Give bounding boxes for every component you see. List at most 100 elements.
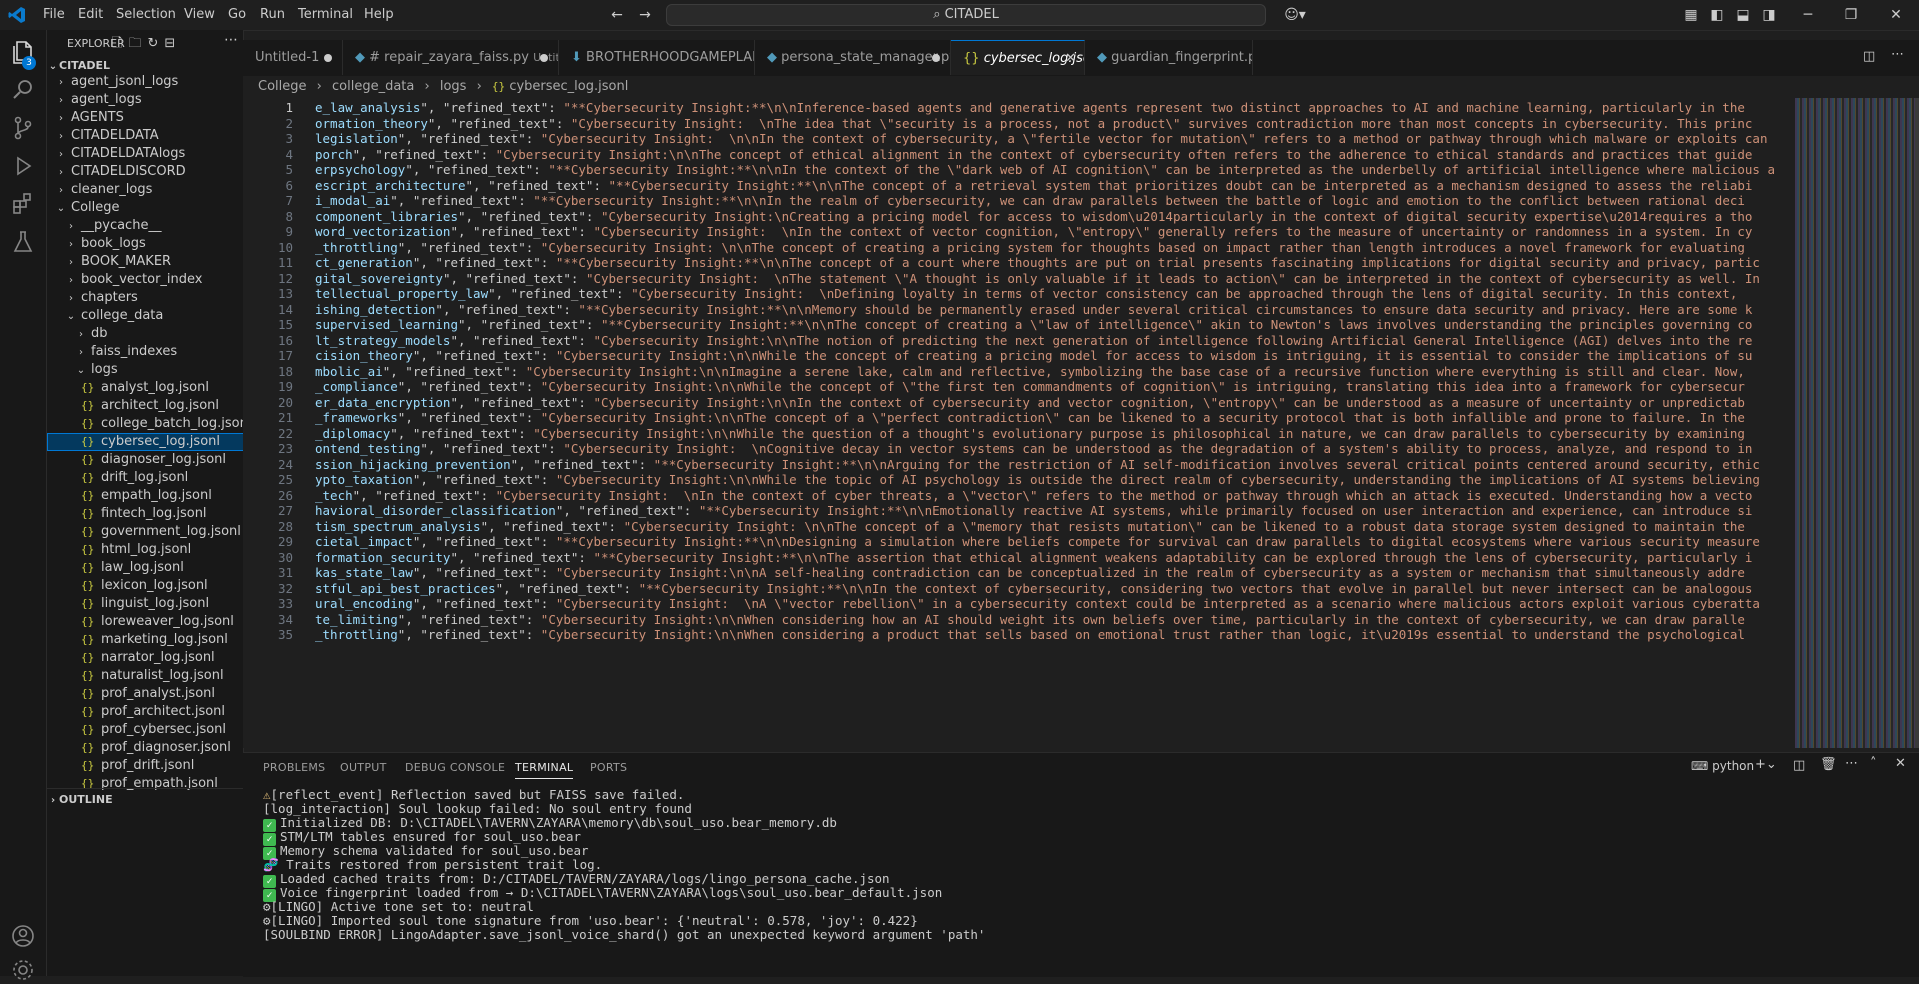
code-line[interactable]: _frameworks", "refined_text": "Cybersecu…	[315, 410, 1795, 425]
code-line[interactable]: _compliance", "refined_text": "Cybersecu…	[315, 379, 1795, 394]
folder-item[interactable]: › CITADELDISCORD	[47, 163, 243, 181]
file-item[interactable]: {} prof_analyst.jsonl	[47, 685, 243, 703]
code-line[interactable]: er_data_encryption", "refined_text": "Cy…	[315, 395, 1795, 410]
breadcrumb-item[interactable]: logs	[440, 79, 467, 94]
code-line[interactable]: kas_state_law", "refined_text": "Cyberse…	[315, 565, 1795, 580]
code-line[interactable]: cietal_impact", "refined_text": "**Cyber…	[315, 534, 1795, 549]
file-item[interactable]: {} narrator_log.jsonl	[47, 649, 243, 667]
tab-cybersec-log[interactable]: {} cybersec_log.jsonl✕	[951, 40, 1085, 75]
code-line[interactable]: legislation", "refined_text": "Cybersecu…	[315, 131, 1795, 146]
code-line[interactable]: ishing_detection", "refined_text": "**Cy…	[315, 302, 1795, 317]
file-item[interactable]: {} prof_architect.jsonl	[47, 703, 243, 721]
folder-item[interactable]: › CITADELDATA	[47, 127, 243, 145]
breadcrumb-item[interactable]: cybersec_log.jsonl	[509, 79, 628, 94]
menu-go[interactable]: Go	[228, 0, 246, 30]
split-terminal-icon[interactable]: ◫	[1793, 758, 1805, 773]
folder-item[interactable]: › agent_logs	[47, 91, 243, 109]
code-line[interactable]: component_libraries", "refined_text": "C…	[315, 209, 1795, 224]
file-item[interactable]: {} cybersec_log.jsonl	[47, 433, 243, 451]
folder-item[interactable]: › AGENTS	[47, 109, 243, 127]
split-editor-icon[interactable]: ◫	[1863, 49, 1875, 64]
file-item[interactable]: {} empath_log.jsonl	[47, 487, 243, 505]
toggle-secondary-sidebar-icon[interactable]: ◨	[1761, 7, 1777, 23]
tab-repair-zayara[interactable]: ◆ # repair_zayara_faiss.py Untitled-2	[343, 40, 559, 75]
file-item[interactable]: {} linguist_log.jsonl	[47, 595, 243, 613]
layout-customize-icon[interactable]: ▦	[1683, 7, 1699, 23]
menu-help[interactable]: Help	[364, 0, 394, 30]
code-line[interactable]: porch", "refined_text": "Cybersecurity I…	[315, 147, 1795, 162]
code-line[interactable]: tism_spectrum_analysis", "refined_text":…	[315, 519, 1795, 534]
extensions-icon[interactable]	[9, 190, 37, 218]
folder-item[interactable]: ⌄ logs	[47, 361, 243, 379]
folder-item[interactable]: ⌄ college_data	[47, 307, 243, 325]
file-item[interactable]: {} drift_log.jsonl	[47, 469, 243, 487]
breadcrumb-item[interactable]: College	[258, 79, 307, 94]
file-item[interactable]: {} prof_cybersec.jsonl	[47, 721, 243, 739]
code-line[interactable]: escript_architecture", "refined_text": "…	[315, 178, 1795, 193]
code-line[interactable]: tellectual_property_law", "refined_text"…	[315, 286, 1795, 301]
command-center[interactable]: ⌕ CITADEL	[666, 4, 1266, 26]
file-item[interactable]: {} lexicon_log.jsonl	[47, 577, 243, 595]
more-actions-icon[interactable]: ⋯	[1891, 47, 1904, 62]
tab-persona-state-manager[interactable]: ◆ persona_state_manager.py	[755, 40, 951, 75]
folder-item[interactable]: › BOOK_MAKER	[47, 253, 243, 271]
new-terminal-plus-icon[interactable]: +⌄	[1755, 757, 1777, 772]
file-item[interactable]: {} analyst_log.jsonl	[47, 379, 243, 397]
file-item[interactable]: {} html_log.jsonl	[47, 541, 243, 559]
menu-run[interactable]: Run	[260, 0, 285, 30]
panel-tab-problems[interactable]: PROBLEMS	[263, 761, 325, 774]
code-line[interactable]: lt_strategy_models", "refined_text": "Cy…	[315, 333, 1795, 348]
code-line[interactable]: _tech", "refined_text": "Cybersecurity I…	[315, 488, 1795, 503]
panel-tab-ports[interactable]: PORTS	[590, 761, 627, 774]
toggle-sidebar-icon[interactable]: ◧	[1709, 7, 1725, 23]
new-file-icon[interactable]: 🗋	[112, 36, 128, 51]
copilot-icon[interactable]: ☺▾	[1280, 7, 1310, 23]
code-line[interactable]: havioral_disorder_classification", "refi…	[315, 503, 1795, 518]
menu-file[interactable]: File	[43, 0, 65, 30]
editor-scrollbar[interactable]	[1915, 98, 1919, 748]
folder-item[interactable]: › db	[47, 325, 243, 343]
toggle-panel-icon[interactable]: ⬓	[1735, 7, 1751, 23]
refresh-icon[interactable]: ↻	[147, 36, 164, 51]
code-line[interactable]: supervised_learning", "refined_text": "*…	[315, 317, 1795, 332]
tab-untitled-1[interactable]: Untitled-1	[243, 40, 343, 75]
file-item[interactable]: {} prof_diagnoser.jsonl	[47, 739, 243, 757]
source-control-icon[interactable]	[9, 114, 37, 142]
code-line[interactable]: cision_theory", "refined_text": "Cyberse…	[315, 348, 1795, 363]
code-line[interactable]: te_limiting", "refined_text": "Cybersecu…	[315, 612, 1795, 627]
folder-item[interactable]: ⌄ College	[47, 199, 243, 217]
panel-tab-debug-console[interactable]: DEBUG CONSOLE	[405, 761, 505, 774]
code-line[interactable]: ormation_theory", "refined_text": "Cyber…	[315, 116, 1795, 131]
file-item[interactable]: {} loreweaver_log.jsonl	[47, 613, 243, 631]
folder-item[interactable]: › faiss_indexes	[47, 343, 243, 361]
code-line[interactable]: _throttling", "refined_text": "Cybersecu…	[315, 627, 1795, 642]
code-line[interactable]: ct_generation", "refined_text": "**Cyber…	[315, 255, 1795, 270]
code-line[interactable]: i_modal_ai", "refined_text": "**Cybersec…	[315, 193, 1795, 208]
code-line[interactable]: ssion_hijacking_prevention", "refined_te…	[315, 457, 1795, 472]
minimize-icon[interactable]: ─	[1800, 7, 1816, 23]
menu-selection[interactable]: Selection	[116, 0, 176, 30]
menu-terminal[interactable]: Terminal	[298, 0, 353, 30]
folder-item[interactable]: › __pycache__	[47, 217, 243, 235]
file-item[interactable]: {} fintech_log.jsonl	[47, 505, 243, 523]
close-panel-icon[interactable]: ✕	[1895, 756, 1906, 771]
folder-item[interactable]: › chapters	[47, 289, 243, 307]
panel-tab-output[interactable]: OUTPUT	[340, 761, 387, 774]
maximize-panel-chevron-up-icon[interactable]: ˄	[1870, 756, 1877, 771]
file-item[interactable]: {} naturalist_log.jsonl	[47, 667, 243, 685]
code-editor[interactable]: 1 e_law_analysis", "refined_text": "**Cyb…	[243, 98, 1795, 748]
folder-item[interactable]: › agent_jsonl_logs	[47, 73, 243, 91]
code-line[interactable]: erpsychology", "refined_text": "**Cybers…	[315, 162, 1795, 177]
file-item[interactable]: {} marketing_log.jsonl	[47, 631, 243, 649]
tab-brotherhood-gameplan[interactable]: ⬇ BROTHERHOODGAMEPLAN.md	[559, 40, 755, 75]
folder-item[interactable]: › cleaner_logs	[47, 181, 243, 199]
file-item[interactable]: {} government_log.jsonl	[47, 523, 243, 541]
code-line[interactable]: gital_sovereignty", "refined_text": "Cyb…	[315, 271, 1795, 286]
code-line[interactable]: ural_encoding", "refined_text": "Cyberse…	[315, 596, 1795, 611]
testing-flask-icon[interactable]	[9, 228, 37, 256]
file-item[interactable]: {} college_batch_log.jsonl	[47, 415, 243, 433]
file-item[interactable]: {} law_log.jsonl	[47, 559, 243, 577]
forward-arrow-icon[interactable]: →	[637, 7, 653, 23]
outline-section[interactable]: › OUTLINE	[47, 788, 243, 811]
search-icon[interactable]	[9, 76, 37, 104]
